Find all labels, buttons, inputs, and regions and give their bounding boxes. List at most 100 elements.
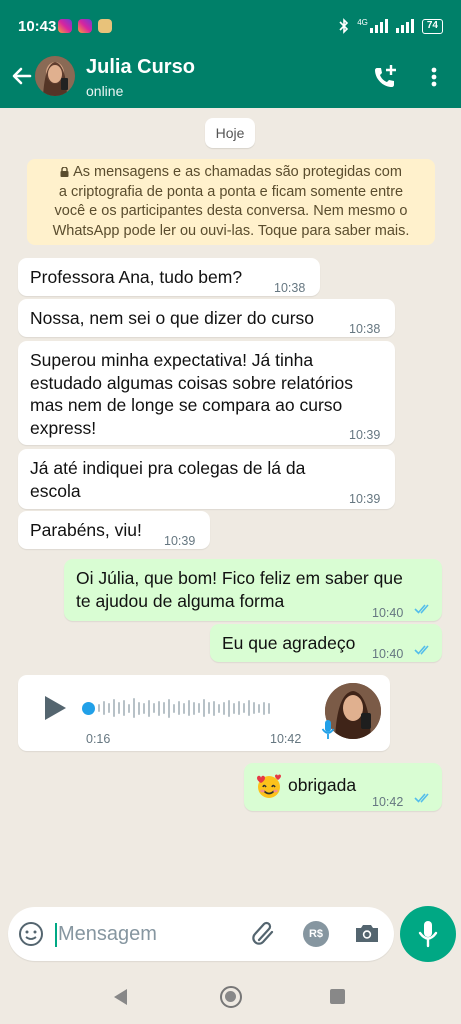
waveform-bar <box>228 699 230 717</box>
message-time: 10:40 <box>372 647 404 661</box>
message-line: mas nem de longe se compara ao curso <box>30 395 343 415</box>
incoming-message[interactable]: Nossa, nem sei o que dizer do curso 10:3… <box>18 299 395 337</box>
waveform-bar <box>153 703 155 713</box>
back-arrow-icon[interactable] <box>8 62 36 90</box>
waveform-bar <box>193 701 195 715</box>
read-receipt-icon <box>414 793 429 803</box>
message-line: express! <box>30 417 97 438</box>
date-chip: Hoje <box>205 118 255 148</box>
text-cursor <box>55 923 57 947</box>
message-line: escola <box>30 480 81 501</box>
playback-position-handle[interactable] <box>82 702 95 715</box>
waveform-bar <box>213 700 215 716</box>
message-time: 10:40 <box>372 606 404 620</box>
status-bar: 10:43 4G 74 <box>0 0 461 52</box>
attach-icon[interactable] <box>250 920 278 948</box>
audio-waveform[interactable] <box>98 695 270 721</box>
message-time: 10:39 <box>349 492 381 506</box>
message-text: obrigada <box>288 775 357 795</box>
waveform-bar <box>208 702 210 714</box>
lock-icon <box>60 167 69 177</box>
waveform-bar <box>163 702 165 714</box>
network-type: 4G <box>357 17 368 27</box>
message-time: 10:38 <box>274 281 306 295</box>
contact-status: online <box>86 83 124 99</box>
waveform-bar <box>118 702 120 714</box>
message-line: Já até indiquei pra colegas de lá da <box>30 458 306 478</box>
waveform-bar <box>178 701 180 715</box>
waveform-bar <box>123 700 125 716</box>
more-options-icon[interactable] <box>424 62 444 92</box>
waveform-bar <box>138 701 140 715</box>
message-line: Superou minha expectativa! Já tinha <box>30 350 314 370</box>
play-icon[interactable] <box>42 694 68 722</box>
waveform-bar <box>263 701 265 715</box>
waveform-bar <box>203 699 205 717</box>
nav-back-icon[interactable] <box>112 988 130 1006</box>
incoming-message[interactable]: Já até indiquei pra colegas de lá da esc… <box>18 449 395 509</box>
smiling-face-with-hearts-emoji <box>257 774 281 798</box>
input-pill: R$ <box>8 907 394 961</box>
waveform-bar <box>243 703 245 713</box>
outgoing-message[interactable]: Oi Júlia, que bom! Fico feliz em saber q… <box>64 559 442 621</box>
message-time: 10:38 <box>349 322 381 336</box>
notice-line: a criptografia de ponta a ponta e ficam … <box>58 183 404 200</box>
waveform-bar <box>143 702 145 714</box>
battery-indicator: 74 <box>421 18 443 34</box>
waveform-bar <box>233 702 235 714</box>
chat-area[interactable]: Hoje As mensagens e as chamadas são prot… <box>0 108 461 900</box>
voice-message[interactable]: 0:16 10:42 <box>18 675 390 751</box>
waveform-bar <box>128 703 130 713</box>
emoji-icon[interactable] <box>18 921 44 947</box>
payment-icon[interactable]: R$ <box>303 921 329 947</box>
incoming-message[interactable]: Parabéns, viu! 10:39 <box>18 511 210 549</box>
waveform-bar <box>113 699 115 717</box>
waveform-bar <box>253 702 255 714</box>
incoming-message[interactable]: Superou minha expectativa! Já tinha estu… <box>18 341 395 445</box>
voice-duration: 0:16 <box>86 732 111 746</box>
signal-icon <box>369 19 388 33</box>
waveform-bar <box>103 701 105 715</box>
waveform-bar <box>223 701 225 715</box>
chat-header: Julia Curso online <box>0 52 461 108</box>
message-time: 10:42 <box>372 795 404 809</box>
notification-icons <box>58 19 112 33</box>
nav-home-icon[interactable] <box>220 986 242 1008</box>
record-voice-button[interactable] <box>400 906 456 962</box>
message-time: 10:39 <box>164 534 196 548</box>
waveform-bar <box>188 700 190 716</box>
message-input[interactable] <box>58 919 238 949</box>
waveform-bar <box>248 700 250 716</box>
waveform-bar <box>98 704 100 712</box>
waveform-bar <box>183 702 185 714</box>
microphone-icon <box>321 720 335 739</box>
contact-name[interactable]: Julia Curso <box>86 56 195 79</box>
waveform-bar <box>148 699 150 717</box>
status-right: 4G 74 <box>339 18 443 34</box>
instagram-icon <box>58 19 72 33</box>
outgoing-message[interactable]: Eu que agradeço 10:40 <box>210 624 442 662</box>
read-receipt-icon <box>414 604 429 614</box>
waveform-bar <box>268 702 270 714</box>
camera-icon[interactable] <box>354 921 380 945</box>
incoming-message[interactable]: Professora Ana, tudo bem? 10:38 <box>18 258 320 296</box>
waveform-bar <box>258 703 260 713</box>
message-text: Eu que agradeço <box>222 633 356 653</box>
contact-avatar[interactable] <box>35 56 75 96</box>
bluetooth-icon <box>339 18 349 34</box>
notice-line: WhatsApp pode ler ou ouvi-las. Toque par… <box>52 222 410 239</box>
read-receipt-icon <box>414 645 429 655</box>
system-navigation-bar <box>0 972 461 1024</box>
waveform-bar <box>108 703 110 713</box>
notice-line: As mensagens e as chamadas são protegida… <box>73 164 402 180</box>
add-call-icon[interactable] <box>370 62 400 92</box>
outgoing-message[interactable]: obrigada 10:42 <box>244 763 442 811</box>
nav-recents-icon[interactable] <box>330 989 345 1004</box>
waveform-bar <box>173 703 175 713</box>
status-time: 10:43 <box>18 18 57 35</box>
waveform-bar <box>168 698 170 718</box>
microphone-icon <box>418 921 438 948</box>
encryption-notice[interactable]: As mensagens e as chamadas são protegida… <box>27 159 435 245</box>
message-line: te ajudou de alguma forma <box>76 590 285 611</box>
notice-line: você e os participantes desta conversa. … <box>54 203 408 220</box>
